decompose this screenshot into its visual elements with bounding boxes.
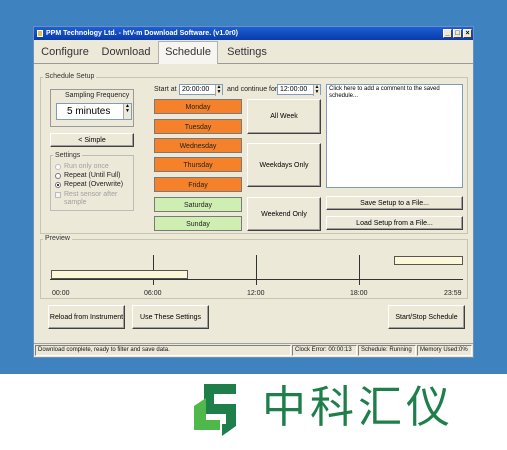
brand-logo-icon — [194, 384, 236, 436]
rest-sensor-label: Rest sensor after sample — [64, 191, 118, 206]
preview-time-3: 18:00 — [350, 290, 368, 297]
title-bar: PPM Technology Ltd. - htV-m Download Sof… — [34, 27, 473, 40]
comment-placeholder: Click here to add a comment to the saved… — [329, 86, 440, 99]
continue-spin-icon[interactable]: ▲ ▼ — [313, 85, 320, 96]
settings-group-label: Settings — [53, 152, 83, 160]
radio-run-once[interactable] — [55, 164, 61, 170]
preview-time-2: 12:00 — [247, 290, 265, 297]
preview-time-1: 06:00 — [144, 290, 162, 297]
save-setup-button[interactable]: Save Setup to a File... — [326, 196, 463, 210]
use-these-settings-button[interactable]: Use These Settings — [132, 305, 209, 329]
minimize-button[interactable]: _ — [443, 29, 452, 38]
weekend-only-button[interactable]: Weekend Only — [247, 197, 321, 231]
day-tuesday[interactable]: Tuesday — [154, 119, 242, 134]
preview-time-4: 23:59 — [444, 290, 462, 297]
day-monday[interactable]: Monday — [154, 99, 242, 114]
all-week-button[interactable]: All Week — [247, 99, 321, 134]
close-button[interactable]: × — [463, 29, 472, 38]
window-title: PPM Technology Ltd. - htV-m Download Sof… — [46, 30, 238, 37]
radio-repeat-until-full[interactable] — [55, 173, 61, 179]
sampling-frequency-label: Sampling Frequency — [65, 92, 130, 99]
start-at-value: 20:00:00 — [182, 86, 210, 93]
tab-bar: Configure Download Schedule Settings — [34, 40, 473, 64]
start-stop-schedule-button[interactable]: Start/Stop Schedule — [388, 305, 465, 329]
reload-from-instrument-button[interactable]: Reload from Instrument — [48, 305, 125, 329]
tab-download[interactable]: Download — [96, 42, 156, 62]
start-at-spin-icon[interactable]: ▲ ▼ — [215, 85, 222, 96]
maximize-button[interactable]: □ — [453, 29, 462, 38]
sampling-frequency-value: 5 minutes — [67, 106, 111, 117]
day-thursday[interactable]: Thursday — [154, 157, 242, 172]
status-clock-error: Clock Error: 00:00:13 — [292, 345, 357, 356]
preview-label: Preview — [43, 235, 72, 243]
start-at-input[interactable]: 20:00:00 ▲ ▼ — [179, 84, 223, 96]
start-at-label: Start at — [154, 86, 177, 93]
comment-textarea[interactable]: Click here to add a comment to the saved… — [326, 84, 463, 188]
load-setup-button[interactable]: Load Setup from a File... — [326, 216, 463, 230]
tab-configure[interactable]: Configure — [38, 42, 92, 62]
continue-input[interactable]: 12:00:00 ▲ ▼ — [277, 84, 321, 96]
tab-settings[interactable]: Settings — [220, 42, 274, 62]
schedule-setup-label: Schedule Setup — [43, 73, 97, 81]
preview-bar-morning — [51, 270, 188, 279]
app-icon — [37, 30, 43, 37]
day-sunday[interactable]: Sunday — [154, 216, 242, 231]
day-friday[interactable]: Friday — [154, 177, 242, 192]
day-wednesday[interactable]: Wednesday — [154, 138, 242, 153]
preview-bar-evening — [394, 256, 463, 265]
preview-time-0: 00:00 — [52, 290, 70, 297]
simple-button[interactable]: < Simple — [50, 133, 134, 147]
weekdays-only-button[interactable]: Weekdays Only — [247, 143, 321, 187]
preview-tick-1200 — [256, 255, 257, 285]
radio-repeat-until-full-label: Repeat (Until Full) — [64, 172, 121, 179]
sampling-frequency-input[interactable]: 5 minutes ▲ ▼ — [56, 103, 132, 120]
preview-tick-1800 — [359, 255, 360, 285]
status-memory: Memory Used:0% — [417, 345, 472, 356]
tab-schedule[interactable]: Schedule — [158, 41, 218, 64]
radio-repeat-overwrite-label: Repeat (Overwrite) — [64, 181, 124, 188]
radio-repeat-overwrite[interactable] — [55, 182, 61, 188]
rest-sensor-checkbox[interactable] — [55, 192, 61, 198]
status-schedule: Schedule: Running — [358, 345, 416, 356]
continue-label: and continue for — [227, 86, 278, 93]
radio-run-once-label: Run only once — [64, 163, 109, 170]
application-window: PPM Technology Ltd. - htV-m Download Sof… — [33, 26, 474, 358]
brand-name: 中科汇仪 — [262, 382, 454, 433]
status-message: Download complete, ready to filter and s… — [35, 345, 291, 356]
spin-arrows-icon[interactable]: ▲ ▼ — [123, 104, 131, 119]
day-saturday[interactable]: Saturday — [154, 197, 242, 212]
status-bar: Download complete, ready to filter and s… — [34, 343, 473, 357]
continue-value: 12:00:00 — [280, 86, 308, 93]
